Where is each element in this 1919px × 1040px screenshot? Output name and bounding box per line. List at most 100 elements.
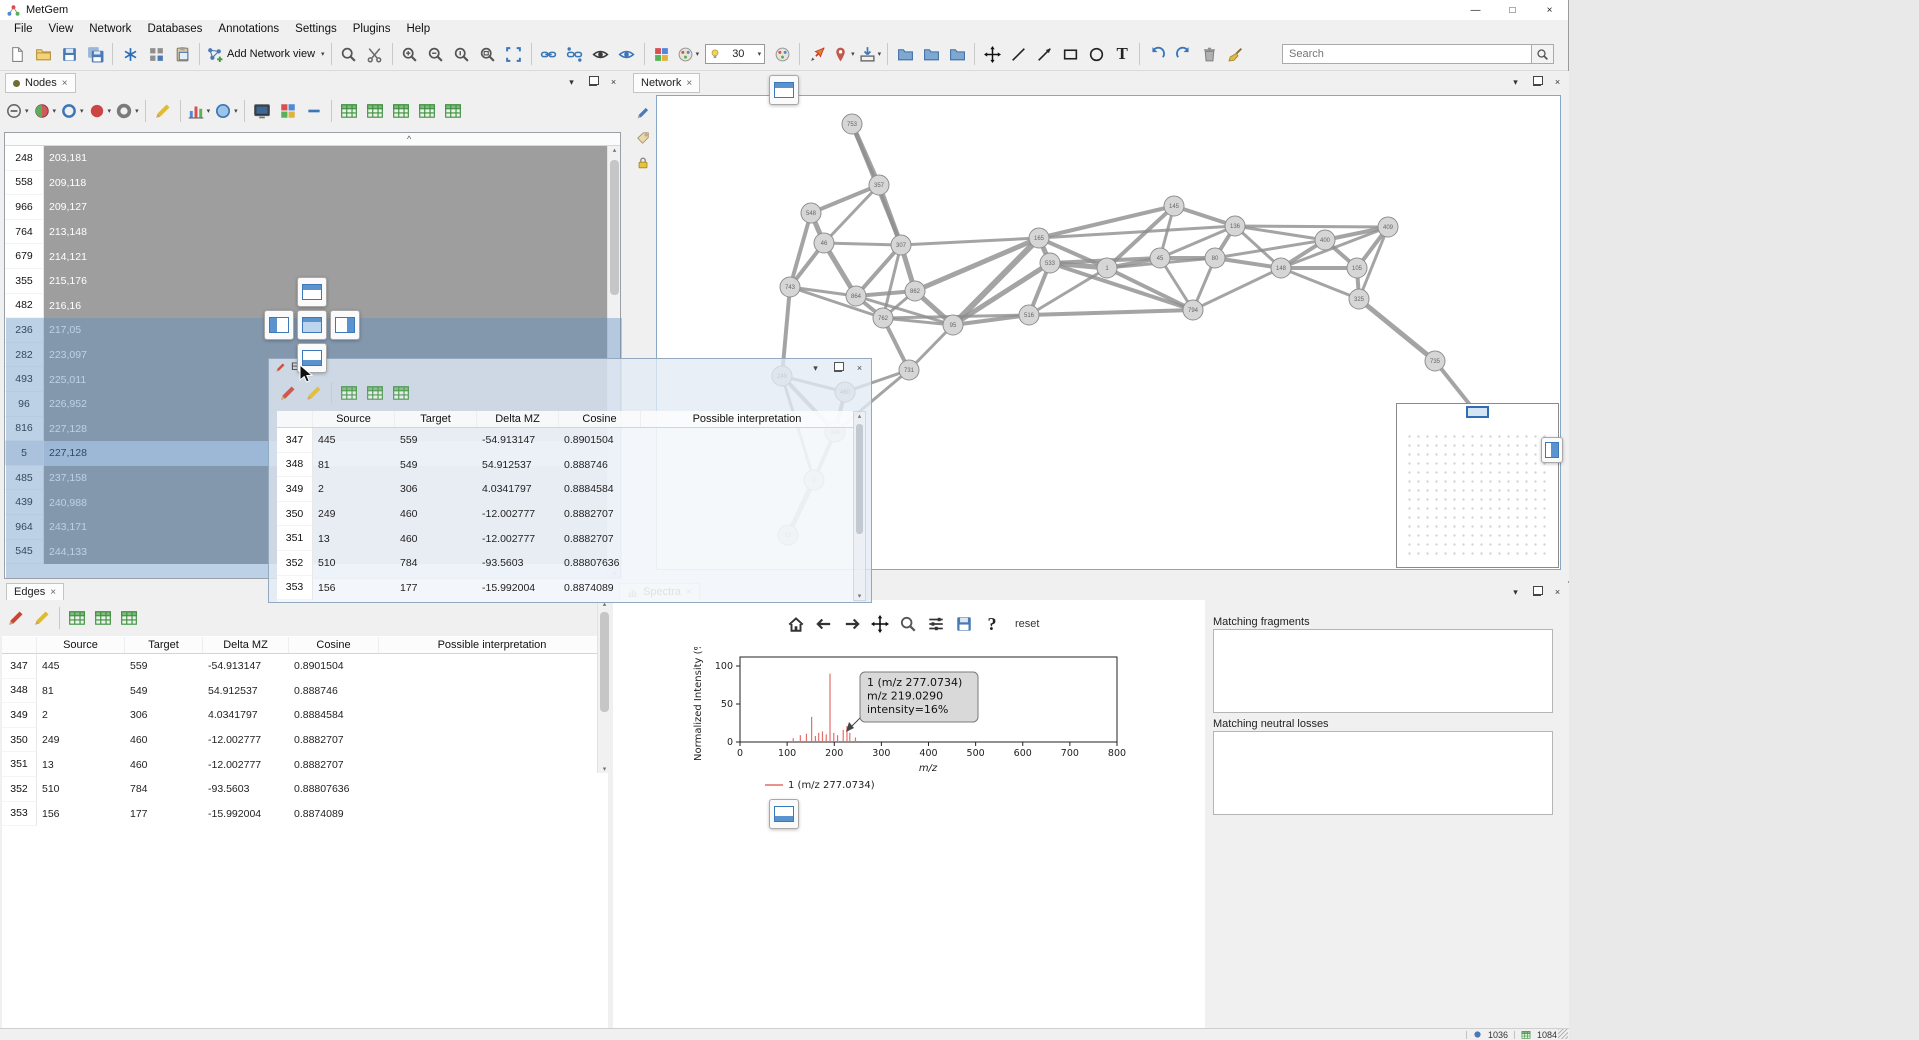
dock-menu-button[interactable]: ▾ [1507,584,1524,600]
scroll-down-icon[interactable]: ▾ [854,592,865,600]
map-column-button[interactable]: ▾ [212,98,240,124]
edges-table-row[interactable]: 3488154954.9125370.888746 [2,679,606,704]
pin-tool-button[interactable]: ▾ [830,41,857,67]
tab-nodes[interactable]: Nodes × [5,73,76,93]
network-node[interactable]: 136 [1225,216,1245,236]
column-header[interactable]: Delta MZ [477,411,559,427]
network-node[interactable]: 735 [1425,351,1445,371]
undo-button[interactable] [1144,41,1170,67]
line-tool-button[interactable] [1005,41,1031,67]
mosaic-view-button[interactable] [275,98,301,124]
network-node[interactable]: 533 [1040,253,1060,273]
delete-annotations-button[interactable] [1196,41,1222,67]
scroll-up-icon[interactable]: ▴ [608,146,621,154]
mz-cell[interactable]: 203,181 [44,146,608,171]
network-node[interactable]: 862 [905,281,925,301]
nodes-table-row[interactable]: 764213,148 [5,220,608,245]
matching-neutral-losses-box[interactable] [1213,731,1553,815]
search-input[interactable] [1282,44,1532,64]
dock-float-button[interactable] [829,360,846,376]
zoom-fit-button[interactable] [475,41,501,67]
column-header[interactable]: Delta MZ [203,637,289,653]
nodes-table-row[interactable]: 558209,118 [5,171,608,196]
tab-edges[interactable]: Edges × [6,583,64,600]
dock-indicator-top[interactable] [297,277,327,307]
search-button[interactable] [1532,44,1554,64]
save-project-button[interactable] [56,41,82,67]
maximize-button[interactable]: □ [1494,0,1531,20]
column-header[interactable] [2,637,37,653]
network-node[interactable]: 46 [814,233,834,253]
menu-plugins[interactable]: Plugins [345,22,399,36]
clear-annotations-button[interactable] [1222,41,1248,67]
text-tool-button[interactable]: T [1109,41,1135,67]
pie-colors-button[interactable] [769,41,795,67]
highlight-yellow-button[interactable] [29,605,55,631]
tab-network[interactable]: Network × [633,73,700,93]
restore-columns-button[interactable] [116,605,142,631]
network-node[interactable]: 80 [1205,248,1225,268]
network-node[interactable]: 548 [801,203,821,223]
tag-view-button[interactable] [633,128,653,148]
matching-fragments-box[interactable] [1213,629,1553,713]
floating-edges-panel[interactable]: Edges ▾ × SourceTargetDelta MZCosinePoss… [268,358,872,603]
show-mapped-columns-button[interactable] [362,98,388,124]
find-button[interactable] [336,41,362,67]
import-metadata-button[interactable] [143,41,169,67]
pan-button[interactable] [867,611,893,637]
edges-table-row[interactable]: 350249460-12.0027770.8882707 [2,728,606,753]
edges-table-row[interactable]: 34923064.03417970.8884584 [2,703,606,728]
node-size-spinbox[interactable]: 30▾ [705,44,765,64]
close-icon[interactable]: × [686,78,692,89]
network-node[interactable]: 357 [869,175,889,195]
dock-menu-button[interactable]: ▾ [807,360,824,376]
network-node[interactable]: 165 [1029,228,1049,248]
network-edge[interactable] [811,185,879,213]
network-edge[interactable] [1359,299,1435,361]
highlight-column-button[interactable] [150,98,176,124]
set-node-color-button[interactable]: ▾ [86,98,114,124]
fullscreen-button[interactable] [501,41,527,67]
open-user-folder-button[interactable] [892,41,918,67]
dock-float-button[interactable] [1528,584,1545,600]
column-header[interactable] [277,411,313,427]
network-node[interactable]: 794 [1183,300,1203,320]
menu-file[interactable]: File [6,22,41,36]
scrollbar-thumb[interactable] [856,424,863,534]
dock-indicator-area-bottom[interactable] [769,799,799,829]
mz-cell[interactable]: 213,148 [44,220,608,245]
redo-button[interactable] [1170,41,1196,67]
arrow-tool-button[interactable] [804,41,830,67]
edges-table-row[interactable]: 347445559-54.9131470.8901504 [2,654,606,679]
resize-grip[interactable] [1558,1029,1568,1039]
network-node[interactable]: 516 [1019,305,1039,325]
network-node[interactable]: 1 [1097,258,1117,278]
close-icon[interactable]: × [62,78,68,89]
import-group-mapping-button[interactable] [169,41,195,67]
dock-close-button[interactable]: × [605,74,622,90]
move-annotation-button[interactable] [979,41,1005,67]
show-filtered-columns-button[interactable] [90,605,116,631]
show-filtered-columns-button[interactable] [362,380,388,406]
zoom-out-button[interactable] [423,41,449,67]
network-node[interactable]: 409 [1378,217,1398,237]
node-color-button[interactable]: ▾ [675,41,702,67]
menu-settings[interactable]: Settings [287,22,345,36]
bar-chart-column-button[interactable]: ▾ [185,98,213,124]
save-project-as-button[interactable] [82,41,108,67]
zoom-rect-button[interactable] [895,611,921,637]
minimize-button[interactable]: — [1457,0,1494,20]
export-button[interactable]: ▾ [857,41,884,67]
minimap-viewport[interactable] [1466,406,1489,418]
link-views-button[interactable] [536,41,562,67]
nodes-table-row[interactable]: 679214,121 [5,244,608,269]
dock-indicator-left[interactable] [264,310,294,340]
save-figure-button[interactable] [951,611,977,637]
network-node[interactable]: 148 [1271,258,1291,278]
ellipse-tool-button[interactable] [1083,41,1109,67]
close-icon[interactable]: × [50,587,56,598]
nodes-table-row[interactable]: 966209,127 [5,195,608,220]
show-db-results-button[interactable] [388,98,414,124]
color-swatch-button[interactable] [649,41,675,67]
network-node[interactable]: 105 [1347,258,1367,278]
